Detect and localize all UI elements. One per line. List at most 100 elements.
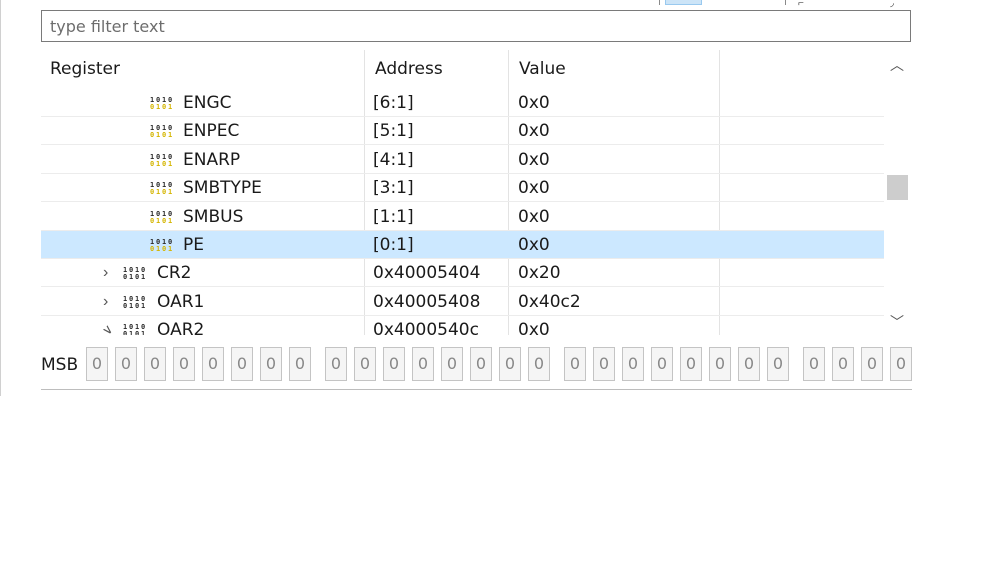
bit-toggle[interactable]: 0 [231, 347, 253, 381]
register-value[interactable]: 0x40c2 [518, 288, 716, 316]
table-row[interactable]: 1 0 1 0 0 1 0 1 ENPEC [5:1] 0x0 [41, 117, 884, 145]
svg-text:1: 1 [156, 217, 160, 224]
bit-toggle[interactable]: 0 [890, 347, 912, 381]
bit-toggle[interactable]: 0 [680, 347, 702, 381]
svg-text:1: 1 [129, 330, 133, 335]
chevron-right-icon[interactable]: › [103, 288, 108, 316]
register-name: ENARP [183, 150, 241, 170]
bitfield-icon: 10100101 [149, 96, 175, 110]
register-value[interactable]: 0x0 [518, 231, 716, 259]
register-name: ENPEC [183, 121, 240, 141]
chevron-down-icon[interactable]: ﹀ [884, 311, 910, 333]
svg-text:0: 0 [150, 188, 154, 195]
bit-toggle[interactable]: 0 [470, 347, 492, 381]
bit-toggle[interactable]: 0 [144, 347, 166, 381]
register-value[interactable]: 0x0 [518, 117, 716, 145]
register-value[interactable]: 0x0 [518, 89, 716, 117]
register-address: [1:1] [373, 207, 414, 227]
filter-input[interactable] [41, 10, 911, 42]
svg-text:1: 1 [156, 103, 160, 110]
bit-toggle[interactable]: 0 [115, 347, 137, 381]
toolbar-icon[interactable]: ◞ [890, 0, 894, 9]
bit-toggle[interactable]: 0 [289, 347, 311, 381]
svg-text:1: 1 [129, 273, 133, 280]
chevron-down-icon[interactable]: ∨ [94, 317, 121, 335]
svg-text:1: 1 [141, 273, 145, 280]
bit-toggle[interactable]: 0 [738, 347, 760, 381]
scrollbar-thumb[interactable] [887, 175, 908, 200]
register-name: PE [183, 235, 204, 255]
table-row[interactable]: 1 0 1 0 0 1 0 1 ENGC [6:1] 0x0 [41, 89, 884, 117]
register-value[interactable]: 0x20 [518, 259, 716, 287]
svg-text:1: 1 [141, 330, 145, 335]
svg-text:1: 1 [168, 217, 172, 224]
bit-toggle[interactable]: 0 [528, 347, 550, 381]
register-address: [5:1] [373, 121, 414, 141]
bit-toggle[interactable]: 0 [354, 347, 376, 381]
register-table: Register Address Value 1 0 1 0 0 1 0 1 ENGC [6:1]… [41, 50, 911, 335]
table-row[interactable]: 1 0 1 0 0 1 0 1 ENARP [4:1] 0x0 [41, 146, 884, 174]
svg-text:1: 1 [156, 131, 160, 138]
chevron-up-icon[interactable]: ︿ [884, 54, 910, 76]
toolbar-divider [785, 0, 786, 5]
table-row[interactable]: › 1 0 1 0 0 1 0 1 CR2 0x40005404 0x20 [41, 259, 884, 287]
svg-text:1: 1 [129, 302, 133, 309]
column-header-register[interactable]: Register [50, 50, 120, 88]
register-name: SMBUS [183, 207, 244, 227]
register-address: [4:1] [373, 150, 414, 170]
bit-toggle[interactable]: 0 [767, 347, 789, 381]
register-icon: 10100101 [122, 295, 148, 309]
register-value[interactable]: 0x0 [518, 316, 716, 335]
bit-toggle[interactable]: 0 [260, 347, 282, 381]
chevron-right-icon[interactable]: › [103, 259, 108, 287]
bit-toggle[interactable]: 0 [651, 347, 673, 381]
svg-text:0: 0 [135, 330, 139, 335]
bitfield-icon: 10100101 [149, 210, 175, 224]
register-name: CR2 [157, 263, 192, 283]
bit-toggle[interactable]: 0 [803, 347, 825, 381]
svg-text:0: 0 [150, 131, 154, 138]
column-header-address[interactable]: Address [375, 50, 443, 88]
svg-text:1: 1 [141, 302, 145, 309]
register-address: [0:1] [373, 235, 414, 255]
bit-toggle[interactable]: 0 [325, 347, 347, 381]
toolbar-strip: ⌐ ◞ [0, 0, 912, 9]
bit-toggle[interactable]: 0 [441, 347, 463, 381]
table-row[interactable]: 1 0 1 0 0 1 0 1 SMBUS [1:1] 0x0 [41, 203, 884, 231]
toolbar-toggle-selected[interactable] [665, 0, 702, 5]
panel-left-border [0, 0, 1, 396]
bit-toggle[interactable]: 0 [202, 347, 224, 381]
register-value[interactable]: 0x0 [518, 146, 716, 174]
bit-toggle[interactable]: 0 [832, 347, 854, 381]
bit-toggle[interactable]: 0 [564, 347, 586, 381]
table-row[interactable]: › 1 0 1 0 0 1 0 1 OAR1 0x40005408 0x40c2 [41, 288, 884, 316]
toolbar-divider [659, 0, 660, 5]
toolbar-icon[interactable]: ⌐ [798, 0, 804, 9]
table-row[interactable]: 1 0 1 0 0 1 0 1 PE [0:1] 0x0 [41, 231, 884, 259]
bit-toggle[interactable]: 0 [173, 347, 195, 381]
table-row[interactable]: ∨ 1 0 1 0 0 1 0 1 OAR2 0x4000540c 0x0 [41, 316, 884, 335]
column-header-value[interactable]: Value [519, 50, 566, 88]
bit-toggle[interactable]: 0 [86, 347, 108, 381]
register-address: [3:1] [373, 178, 414, 198]
svg-text:1: 1 [168, 131, 172, 138]
bit-toggle[interactable]: 0 [622, 347, 644, 381]
bit-toggle[interactable]: 0 [861, 347, 883, 381]
register-value[interactable]: 0x0 [518, 203, 716, 231]
table-row[interactable]: 1 0 1 0 0 1 0 1 SMBTYPE [3:1] 0x0 [41, 174, 884, 202]
bit-toggle[interactable]: 0 [383, 347, 405, 381]
register-icon: 10100101 [122, 323, 148, 335]
bitfield-icon: 10100101 [149, 124, 175, 138]
bit-toggle[interactable]: 0 [593, 347, 615, 381]
register-value[interactable]: 0x0 [518, 174, 716, 202]
svg-text:0: 0 [150, 217, 154, 224]
svg-text:0: 0 [123, 273, 127, 280]
bit-toggle[interactable]: 0 [412, 347, 434, 381]
bit-toggle[interactable]: 0 [709, 347, 731, 381]
svg-text:0: 0 [123, 330, 127, 335]
bit-toggle[interactable]: 0 [499, 347, 521, 381]
svg-text:1: 1 [168, 245, 172, 252]
bitfield-icon: 10100101 [149, 153, 175, 167]
svg-text:1: 1 [156, 188, 160, 195]
vertical-scrollbar[interactable]: ︿ ﹀ [884, 52, 910, 335]
